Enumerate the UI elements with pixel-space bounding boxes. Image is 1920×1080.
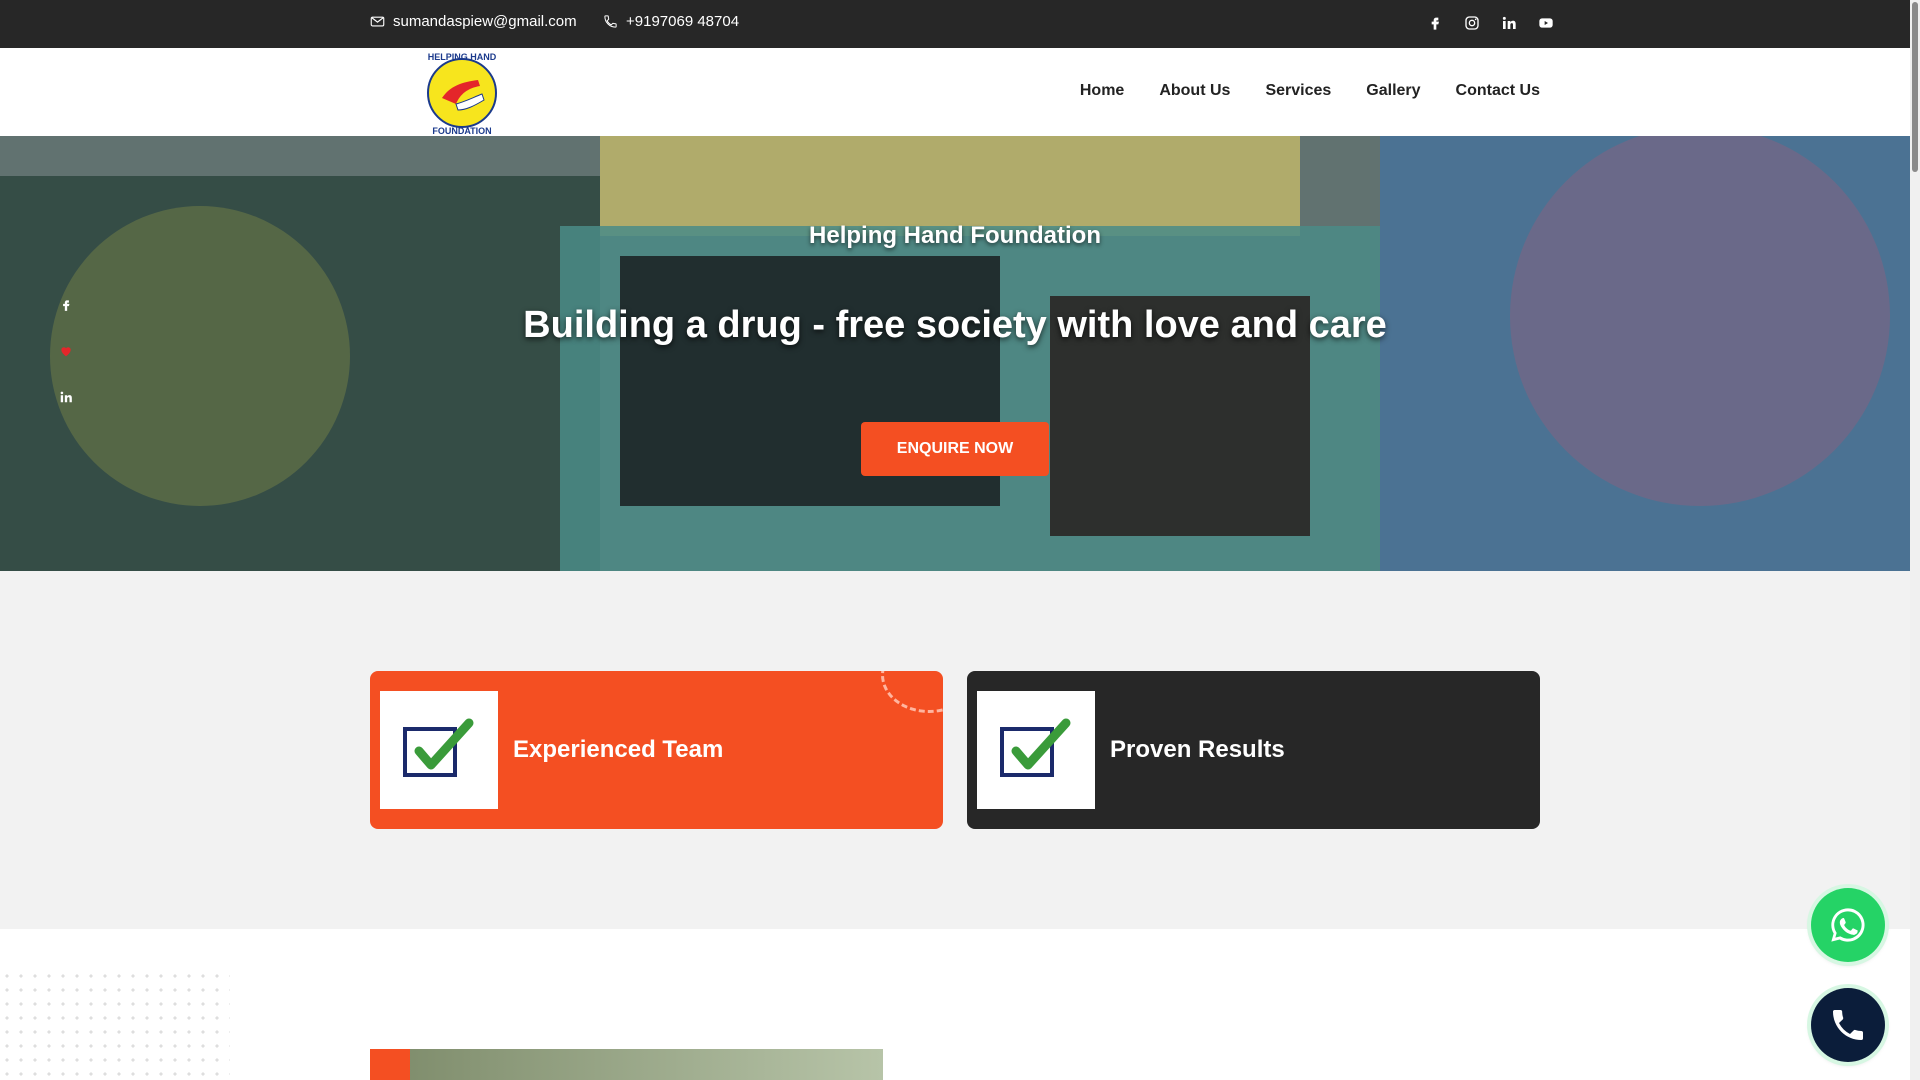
scrollbar-thumb[interactable] — [1912, 2, 1918, 172]
hero-title: Helping Hand Foundation — [809, 222, 1101, 249]
heart-icon[interactable] — [58, 342, 74, 360]
feature-label: Proven Results — [1110, 736, 1285, 763]
hero-social-links — [58, 296, 74, 406]
main-nav: Home About Us Services Gallery Contact U… — [1080, 82, 1540, 100]
hero-subtitle: Building a drug - free society with love… — [523, 304, 1387, 346]
mail-icon — [370, 16, 385, 27]
feature-card-experienced-team: Experienced Team — [370, 671, 943, 829]
whatsapp-button[interactable] — [1811, 888, 1885, 962]
decorative-ring — [881, 671, 943, 713]
checkbox-check-icon — [380, 691, 498, 809]
linkedin-icon[interactable] — [1500, 14, 1518, 32]
whatsapp-icon — [1831, 908, 1865, 942]
hero-background-photo — [0, 136, 1910, 571]
features-section: Experienced Team Proven Results — [0, 571, 1910, 929]
youtube-icon[interactable] — [1537, 14, 1555, 32]
image-accent — [370, 1049, 410, 1080]
page-scrollbar[interactable] — [1910, 0, 1920, 1080]
call-button[interactable] — [1811, 988, 1885, 1062]
foundation-logo[interactable]: HELPING HAND FOUNDATION — [416, 50, 508, 136]
nav-gallery[interactable]: Gallery — [1366, 82, 1420, 100]
decorative-dots — [0, 969, 230, 1080]
facebook-icon[interactable] — [58, 296, 74, 314]
instagram-icon[interactable] — [1463, 14, 1481, 32]
email-contact[interactable]: sumandaspiew@gmail.com — [370, 13, 577, 30]
nav-services[interactable]: Services — [1265, 82, 1331, 100]
nav-about-us[interactable]: About Us — [1159, 82, 1230, 100]
top-bar: sumandaspiew@gmail.com +9197069 48704 — [0, 0, 1910, 48]
nav-home[interactable]: Home — [1080, 82, 1124, 100]
linkedin-icon[interactable] — [58, 388, 74, 406]
site-header: HELPING HAND FOUNDATION Home About Us Se… — [0, 48, 1910, 136]
about-section-preview — [0, 929, 1910, 1080]
feature-card-proven-results: Proven Results — [967, 671, 1540, 829]
enquire-now-button[interactable]: ENQUIRE NOW — [861, 422, 1049, 476]
phone-icon — [604, 15, 617, 28]
hero-banner: Helping Hand Foundation Building a drug … — [0, 136, 1910, 571]
feature-label: Experienced Team — [513, 736, 724, 763]
about-image — [370, 1049, 883, 1080]
facebook-icon[interactable] — [1426, 14, 1444, 32]
checkbox-check-icon — [977, 691, 1095, 809]
phone-contact[interactable]: +9197069 48704 — [603, 13, 739, 30]
svg-text:FOUNDATION: FOUNDATION — [432, 126, 491, 136]
nav-contact-us[interactable]: Contact Us — [1456, 82, 1540, 100]
phone-icon — [1833, 1010, 1863, 1040]
email-text: sumandaspiew@gmail.com — [393, 13, 577, 30]
phone-text: +9197069 48704 — [626, 13, 740, 30]
topbar-social-links — [1426, 14, 1555, 32]
svg-text:HELPING HAND: HELPING HAND — [428, 52, 497, 62]
